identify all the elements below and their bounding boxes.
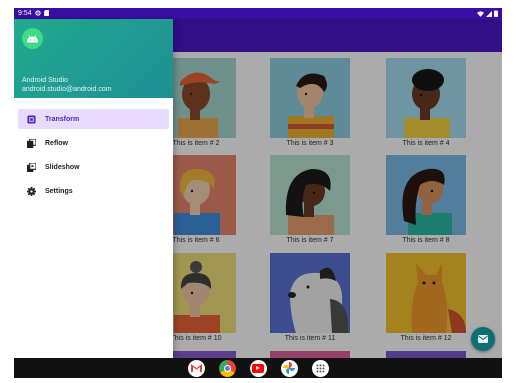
drawer-user-email: android.studio@android.com	[22, 86, 112, 93]
drawer-item-label: Reflow	[45, 139, 68, 147]
wifi-icon	[477, 10, 484, 17]
avatar	[22, 28, 43, 49]
navigation-bar	[14, 358, 502, 378]
status-bar: 9:54	[14, 8, 502, 19]
drawer-item-reflow[interactable]: Reflow	[18, 133, 169, 153]
chrome-icon[interactable]	[218, 359, 236, 377]
status-right-icons	[477, 10, 498, 17]
email-icon	[478, 335, 488, 343]
settings-status-icon	[34, 9, 41, 18]
app-drawer-icon[interactable]	[311, 359, 329, 377]
status-time: 9:54	[18, 10, 32, 17]
settings-gear-icon	[26, 186, 36, 196]
drawer-header: Android Studio android.studio@android.co…	[14, 19, 173, 98]
drawer-item-label: Slideshow	[45, 163, 80, 171]
youtube-icon[interactable]	[249, 359, 267, 377]
drawer-user-name: Android Studio	[22, 77, 68, 84]
drawer-menu: Transform Reflow Slideshow Settings	[18, 109, 169, 205]
navigation-drawer: Android Studio android.studio@android.co…	[14, 19, 173, 358]
drawer-item-label: Settings	[45, 187, 73, 195]
transform-icon	[26, 114, 36, 124]
reflow-icon	[26, 138, 36, 148]
gmail-icon[interactable]	[187, 359, 205, 377]
sd-card-status-icon	[43, 9, 49, 18]
android-logo-icon	[27, 34, 38, 43]
email-fab-button[interactable]	[471, 327, 495, 351]
battery-icon	[494, 10, 498, 17]
photos-icon[interactable]	[280, 359, 298, 377]
drawer-item-settings[interactable]: Settings	[18, 181, 169, 201]
device-screen: 9:54 This is item # 2 This is item # 3 T…	[14, 8, 502, 378]
signal-icon	[486, 10, 492, 17]
slideshow-icon	[26, 162, 36, 172]
drawer-item-label: Transform	[45, 115, 80, 123]
drawer-item-slideshow[interactable]: Slideshow	[18, 157, 169, 177]
drawer-item-transform[interactable]: Transform	[18, 109, 169, 129]
